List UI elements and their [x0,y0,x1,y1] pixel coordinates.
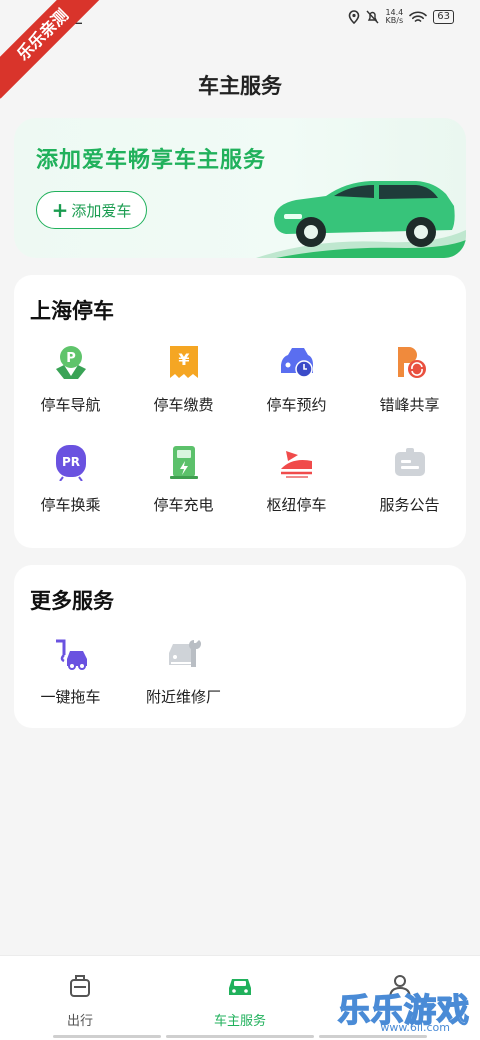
tow-service-item[interactable]: 一键拖车 [14,635,127,707]
parking-share-icon [397,347,426,378]
parking-location-icon: P [55,346,86,379]
notice-icon [394,448,425,476]
tab-travel[interactable]: 出行 [0,972,160,1029]
parking-charging-item[interactable]: 停车充电 [127,443,240,515]
mute-icon [366,10,379,24]
offpeak-share-label: 错峰共享 [379,396,440,414]
parking-navigation-item[interactable]: P 停车导航 [14,343,127,415]
add-car-button[interactable]: + 添加爱车 [36,191,147,229]
hub-parking-label: 枢纽停车 [266,496,327,514]
location-icon [349,10,360,24]
tab-owner-services[interactable]: 车主服务 [160,972,320,1029]
yuan-receipt-icon: ¥ [169,346,198,378]
tab-owner-services-label: 车主服务 [213,1014,266,1029]
parking-card: 上海停车 P 停车导航 ¥ 停车缴费 停车预约 错峰共享 PR 停车换乘 停车充… [14,275,466,548]
status-icons: 14.4 KB/s 63 [348,9,454,25]
wifi-icon [409,11,428,22]
car-icon [229,979,251,995]
service-notice-item[interactable]: 服务公告 [353,443,466,515]
tow-service-label: 一键拖车 [40,688,101,706]
home-indicator [319,1035,427,1038]
nearby-repair-label: 附近维修厂 [145,688,221,706]
tow-truck-icon [55,639,87,670]
speed-unit: KB/s [385,16,404,25]
park-and-ride-item[interactable]: PR 停车换乘 [14,443,127,515]
more-services-title: 更多服务 [30,589,114,613]
svg-text:PR: PR [61,455,79,469]
battery-indicator: 63 [433,10,454,24]
parking-reservation-label: 停车预约 [266,396,327,414]
plus-icon: + [51,198,69,222]
svg-text:¥: ¥ [178,350,189,369]
add-car-label: 添加爱车 [71,201,132,220]
parking-payment-item[interactable]: ¥ 停车缴费 [127,343,240,415]
home-indicator [166,1035,314,1038]
park-and-ride-label: 停车换乘 [40,496,101,514]
page-title: 车主服务 [198,74,282,98]
park-and-ride-icon: PR [55,445,86,482]
more-services-card: 更多服务 一键拖车 附近维修厂 [14,565,466,728]
car-repair-icon [168,640,201,667]
network-speed: 14.4 KB/s [385,9,403,25]
parking-card-title: 上海停车 [30,299,114,323]
banner-title: 添加爱车畅享车主服务 [36,148,267,173]
nearby-repair-item[interactable]: 附近维修厂 [127,635,240,707]
luggage-icon [70,975,90,997]
home-indicator [53,1035,161,1038]
add-car-banner[interactable]: 添加爱车畅享车主服务 + 添加爱车 [14,118,466,258]
parking-navigation-label: 停车导航 [40,396,101,414]
parking-payment-label: 停车缴费 [153,396,214,414]
service-notice-label: 服务公告 [379,496,440,514]
train-hub-icon [280,451,312,478]
hub-parking-item[interactable]: 枢纽停车 [240,443,353,515]
svg-text:P: P [66,351,76,366]
parking-reservation-item[interactable]: 停车预约 [240,343,353,415]
car-clock-icon [280,348,313,378]
parking-charging-label: 停车充电 [153,496,214,514]
tab-travel-label: 出行 [66,1014,93,1029]
site-watermark-url: www.6ll.com [380,1021,450,1034]
car-illustration [256,181,466,258]
offpeak-share-item[interactable]: 错峰共享 [353,343,466,415]
charging-station-icon [169,446,198,479]
